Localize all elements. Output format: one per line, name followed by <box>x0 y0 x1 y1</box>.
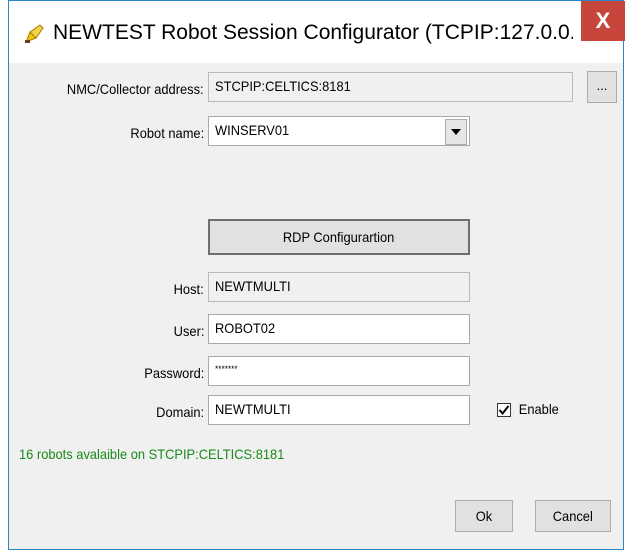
robot-name-label: Robot name: <box>130 125 204 141</box>
checkmark-icon <box>498 405 510 416</box>
window-title: NEWTEST Robot Session Configurator (TCPI… <box>53 21 573 44</box>
enable-checkbox[interactable] <box>497 403 511 417</box>
robot-name-dropdown[interactable]: WINSERV01 <box>208 116 470 146</box>
enable-label[interactable]: Enable <box>517 401 561 417</box>
collector-address-field: STCPIP:CELTICS:8181 <box>208 72 573 102</box>
host-field: NEWTMULTI <box>208 272 470 302</box>
rdp-configuration-button[interactable]: RDP Configurartion <box>208 219 470 255</box>
host-label: Host: <box>173 281 204 297</box>
browse-collector-button[interactable]: ... <box>587 71 617 103</box>
close-icon: X <box>595 8 611 33</box>
password-label: Password: <box>143 365 204 381</box>
app-icon <box>25 24 44 43</box>
domain-field[interactable]: NEWTMULTI <box>208 395 470 425</box>
cancel-button[interactable]: Cancel <box>535 500 611 532</box>
close-button[interactable]: X <box>581 1 625 41</box>
robot-session-configurator-dialog: NEWTEST Robot Session Configurator (TCPI… <box>8 0 625 550</box>
ok-button[interactable]: Ok <box>455 500 513 532</box>
user-label: User: <box>173 323 204 339</box>
password-field[interactable]: ******* <box>208 356 470 386</box>
title-bar: NEWTEST Robot Session Configurator (TCPI… <box>9 1 625 63</box>
collector-address-label: NMC/Collector address: <box>67 81 204 97</box>
user-field[interactable]: ROBOT02 <box>208 314 470 344</box>
chevron-down-icon[interactable] <box>445 119 467 145</box>
domain-label: Domain: <box>156 404 204 420</box>
status-message: 16 robots avalaible on STCPIP:CELTICS:81… <box>19 446 285 462</box>
